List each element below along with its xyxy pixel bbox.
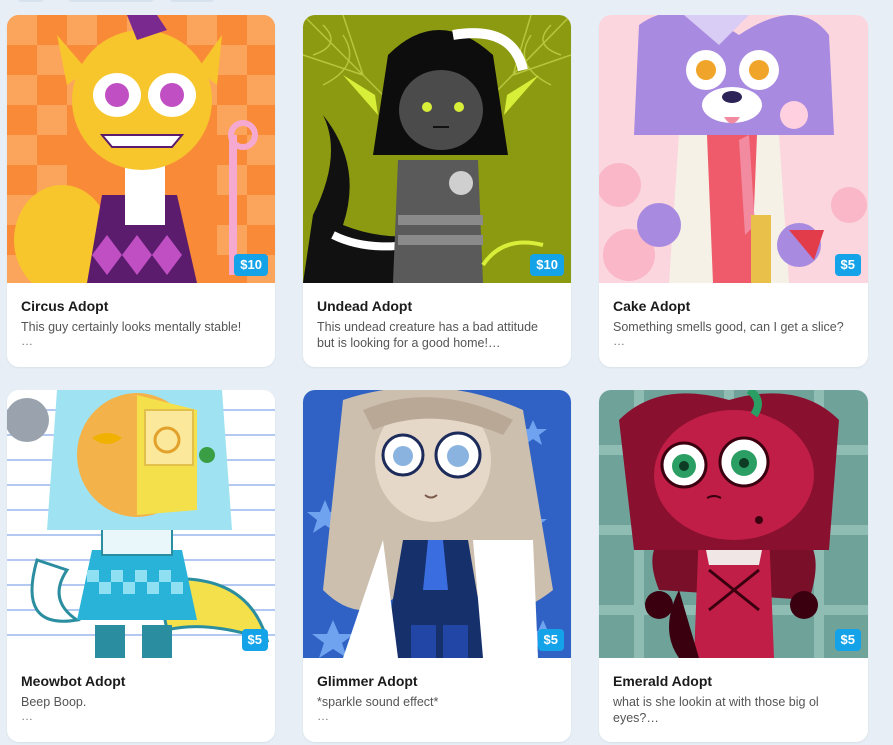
adopt-description-ellipsis: … xyxy=(613,334,625,348)
adopt-card-glimmer[interactable]: $5 Glimmer Adopt *sparkle sound effect* … xyxy=(303,390,571,742)
adopt-card-emerald[interactable]: $5 Emerald Adopt what is she lookin at w… xyxy=(599,390,868,742)
price-badge: $5 xyxy=(241,629,268,651)
price-badge: $5 xyxy=(537,629,564,651)
adopt-thumbnail[interactable]: $10 xyxy=(303,15,571,283)
top-tab-chip[interactable] xyxy=(18,0,44,2)
adopt-description: This guy certainly looks mentally stable… xyxy=(21,320,242,334)
price-badge: $10 xyxy=(530,254,564,276)
adopt-description: what is she lookin at with those big ol … xyxy=(613,695,819,725)
adopt-description-ellipsis: … xyxy=(21,709,33,723)
top-tab-chip[interactable] xyxy=(170,0,214,2)
adopt-card-circus[interactable]: $10 Circus Adopt This guy certainly look… xyxy=(7,15,275,367)
price-badge: $5 xyxy=(834,254,861,276)
meowbot-adopt-artwork xyxy=(7,390,275,658)
adopt-grid: $10 Circus Adopt This guy certainly look… xyxy=(7,15,869,742)
circus-adopt-artwork xyxy=(7,15,275,283)
adopt-thumbnail[interactable]: $5 xyxy=(599,15,868,283)
adopt-title[interactable]: Glimmer Adopt xyxy=(317,672,557,690)
adopt-title[interactable]: Meowbot Adopt xyxy=(21,672,261,690)
adopt-description: *sparkle sound effect* xyxy=(317,695,439,709)
adopt-card-meowbot[interactable]: $5 Meowbot Adopt Beep Boop. … xyxy=(7,390,275,742)
top-tab-chip[interactable] xyxy=(68,0,154,2)
adopt-thumbnail[interactable]: $5 xyxy=(7,390,275,658)
adopt-title[interactable]: Undead Adopt xyxy=(317,297,557,315)
cake-adopt-artwork xyxy=(599,15,868,283)
adopt-card-undead[interactable]: $10 Undead Adopt This undead creature ha… xyxy=(303,15,571,367)
adopt-title[interactable]: Cake Adopt xyxy=(613,297,854,315)
adopt-description: Beep Boop. xyxy=(21,695,87,709)
adopt-description-ellipsis: … xyxy=(21,334,33,348)
adopt-description-ellipsis: … xyxy=(317,709,329,723)
undead-adopt-artwork xyxy=(303,15,571,283)
adopt-title[interactable]: Emerald Adopt xyxy=(613,672,854,690)
glimmer-adopt-artwork xyxy=(303,390,571,658)
adopt-card-cake[interactable]: $5 Cake Adopt Something smells good, can… xyxy=(599,15,868,367)
adopt-thumbnail[interactable]: $10 xyxy=(7,15,275,283)
adopt-thumbnail[interactable]: $5 xyxy=(599,390,868,658)
adopt-thumbnail[interactable]: $5 xyxy=(303,390,571,658)
price-badge: $10 xyxy=(234,254,268,276)
top-tab-strip xyxy=(0,0,893,4)
emerald-adopt-artwork xyxy=(599,390,868,658)
adopt-title[interactable]: Circus Adopt xyxy=(21,297,261,315)
adopt-description: This undead creature has a bad attitude … xyxy=(317,320,538,350)
price-badge: $5 xyxy=(834,629,861,651)
adopt-description: Something smells good, can I get a slice… xyxy=(613,320,844,334)
